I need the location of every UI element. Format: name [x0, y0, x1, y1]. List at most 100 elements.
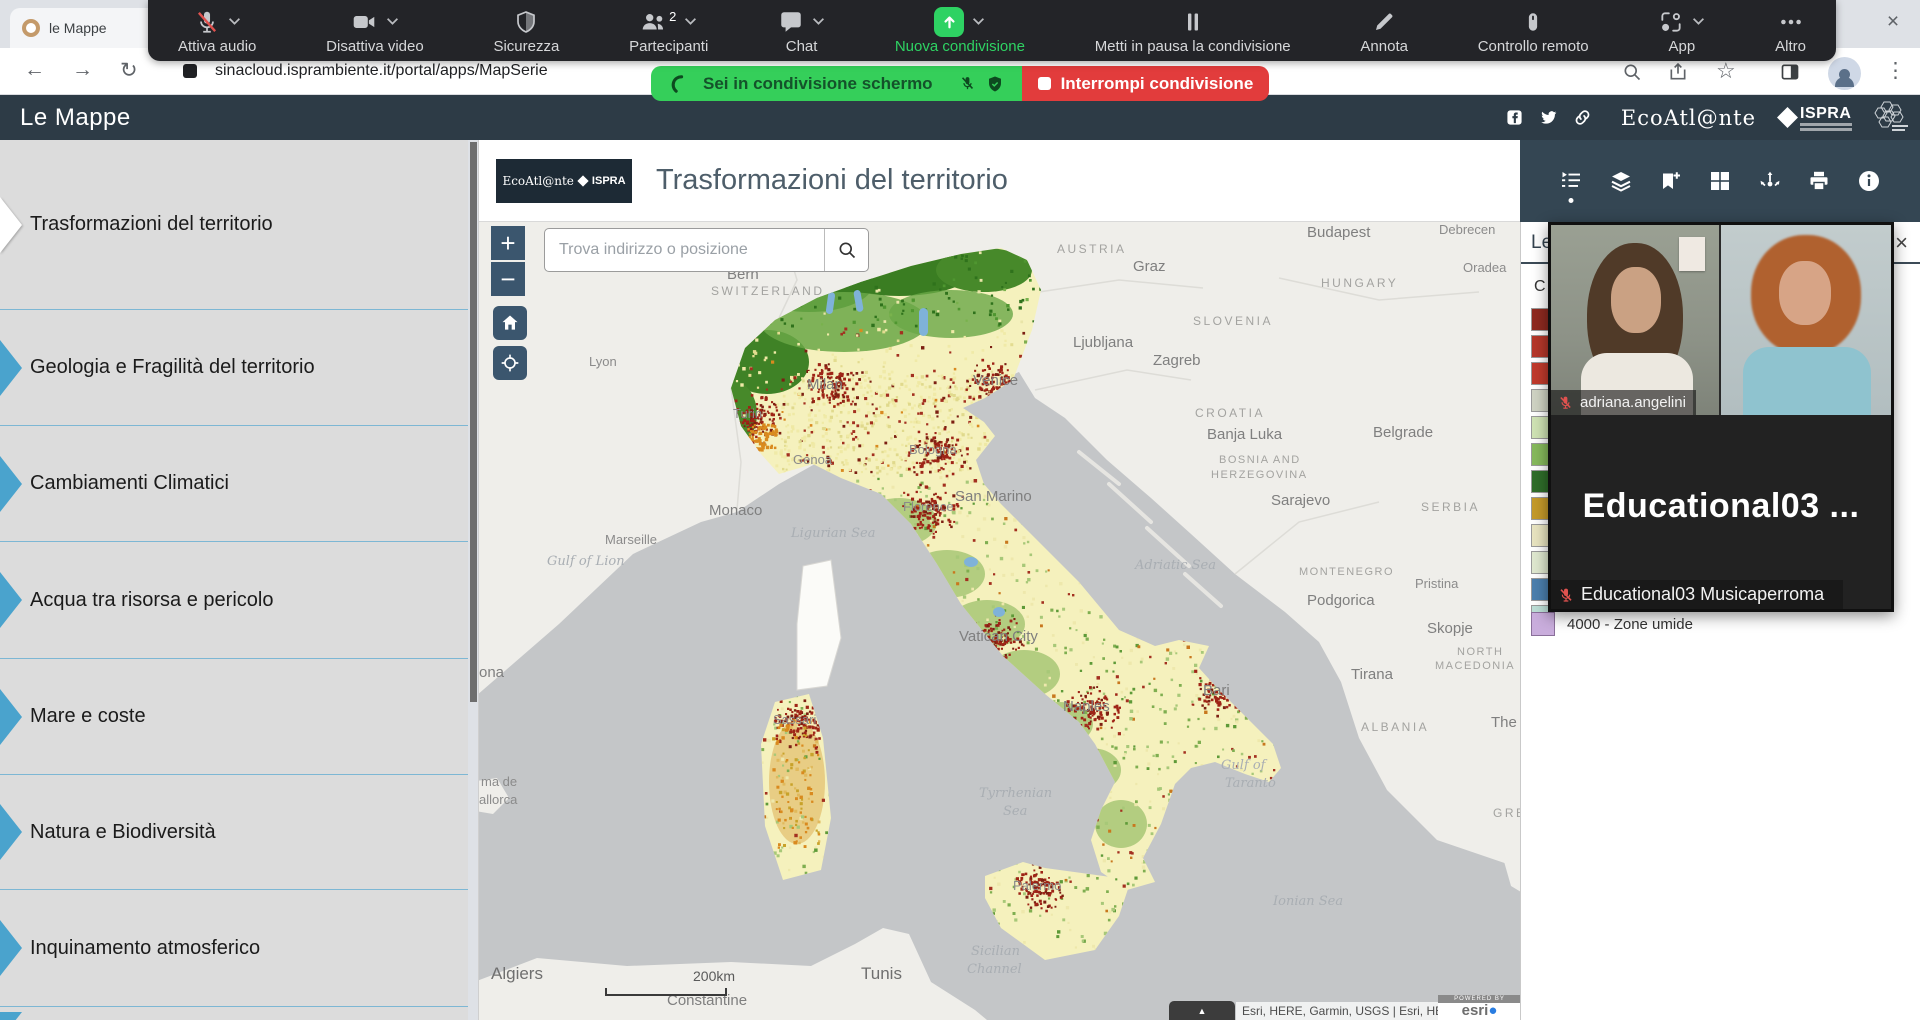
- bookmark-add-widget-button[interactable]: [1655, 161, 1685, 201]
- back-icon[interactable]: ←: [24, 58, 45, 82]
- stop-share-button[interactable]: Interrompi condivisione: [1022, 66, 1270, 101]
- toolbar-pause-button[interactable]: Metti in pausa la condivisione: [1095, 0, 1291, 61]
- toolbar-chat-button[interactable]: Chat: [778, 0, 825, 61]
- toolbar-share-button[interactable]: Nuova condivisione: [895, 0, 1025, 61]
- map-label: Florence: [903, 499, 954, 514]
- toolbar-remote-button[interactable]: Controllo remoto: [1478, 0, 1589, 61]
- attribution-expander[interactable]: ▲: [1169, 1001, 1235, 1020]
- map-label: Zagreb: [1153, 352, 1201, 369]
- toolbar-item-label: Disattiva video: [326, 38, 424, 55]
- map-search-button[interactable]: [824, 229, 868, 271]
- browser-menu-kebab-icon[interactable]: ⋮: [1885, 58, 1906, 83]
- participant-name-chip: Educational03 Musicaperroma: [1551, 580, 1843, 609]
- map-label: ma de: [481, 774, 517, 789]
- map-label: MACEDONIA: [1435, 660, 1515, 672]
- map-label: Gulf of Lion: [547, 554, 625, 569]
- print-widget-button[interactable]: [1804, 161, 1834, 201]
- map-canvas[interactable]: BernSWITZERLANDVaduzAUSTRIABudapestDebre…: [479, 222, 1521, 1020]
- map-label: Ligurian Sea: [791, 526, 875, 541]
- map-search: [544, 228, 869, 272]
- map-panel: EcoAtl@nte ISPRA Trasformazioni del terr…: [478, 140, 1520, 1020]
- share-status: Sei in condivisione schermo: [651, 66, 1022, 101]
- sidebar-item-5[interactable]: Mare e coste: [0, 659, 468, 775]
- attribution: Esri, HERE, Garmin, USGS | Esri, HERE: [1236, 1002, 1466, 1020]
- sidebar-scrollbar[interactable]: [470, 142, 477, 702]
- map-label: BOSNIA AND: [1219, 454, 1301, 466]
- site-info-icon[interactable]: [183, 64, 197, 78]
- legend-close-icon[interactable]: ×: [1895, 230, 1908, 256]
- map-label: SWITZERLAND: [711, 284, 825, 298]
- meeting-video-overlay[interactable]: adriana.angelini Educational03 ... Educa…: [1548, 222, 1894, 612]
- toolbar-more-button[interactable]: Altro: [1775, 0, 1806, 61]
- apps-icon: [1658, 9, 1684, 35]
- sidebar-item-3[interactable]: Cambiamenti Climatici: [0, 426, 468, 542]
- info-widget-button[interactable]: [1854, 161, 1884, 201]
- mic-muted-green-icon: [959, 75, 976, 92]
- map-search-input[interactable]: [545, 229, 824, 271]
- chapter-arrow-icon: [0, 804, 22, 860]
- participants-icon: [640, 9, 668, 35]
- profile-avatar[interactable]: [1828, 57, 1861, 90]
- zoom-out-button[interactable]: −: [491, 262, 525, 296]
- sidebar-item-2[interactable]: Geologia e Fragilità del territorio: [0, 310, 468, 426]
- share-net-icon: [1758, 169, 1782, 193]
- sidebar-item-1[interactable]: Trasformazioni del territorio: [0, 140, 468, 310]
- chevron-down-icon[interactable]: [386, 9, 399, 35]
- toolbar-security-button[interactable]: Sicurezza: [493, 0, 559, 61]
- map-label: GREE: [1493, 806, 1521, 820]
- twitter-icon[interactable]: [1539, 108, 1559, 128]
- scalebar: [605, 988, 727, 996]
- snpa-honeycomb-logo[interactable]: [1866, 98, 1912, 138]
- window-close-icon[interactable]: ×: [1878, 10, 1908, 34]
- toolbar-item-label: Altro: [1775, 38, 1806, 55]
- bookmark-star-icon[interactable]: ☆: [1716, 58, 1736, 84]
- zoom-in-button[interactable]: +: [491, 226, 525, 260]
- toolbar-apps-button[interactable]: App: [1658, 0, 1705, 61]
- chevron-down-icon[interactable]: [972, 9, 985, 35]
- legend-icon: [1559, 169, 1583, 193]
- share-net-widget-button[interactable]: [1755, 161, 1785, 201]
- map-label: MONTENEGRO: [1299, 566, 1394, 578]
- ecoatlante-logo[interactable]: EcoAtl@nte: [1621, 106, 1756, 130]
- reload-icon[interactable]: ↻: [120, 58, 138, 83]
- map-label: Palermo: [1013, 878, 1061, 893]
- chevron-down-icon[interactable]: [684, 9, 697, 35]
- toolbar-audio-button[interactable]: Attiva audio: [178, 0, 256, 61]
- map-widgetbar: [1520, 140, 1920, 222]
- facebook-icon[interactable]: [1505, 108, 1525, 128]
- sidebar-item-4[interactable]: Acqua tra risorsa e pericolo: [0, 542, 468, 659]
- sidebar-item-7[interactable]: Inquinamento atmosferico: [0, 890, 468, 1007]
- toolbar-video-button[interactable]: Disattiva video: [326, 0, 424, 61]
- map-label: Skopje: [1427, 620, 1473, 637]
- layers-widget-button[interactable]: [1606, 161, 1636, 201]
- chevron-down-icon[interactable]: [1692, 9, 1705, 35]
- toolbar-annotate-button[interactable]: Annota: [1360, 0, 1408, 61]
- chevron-down-icon[interactable]: [228, 9, 241, 35]
- map-label: Naples: [1063, 698, 1110, 715]
- url-field[interactable]: sinacloud.isprambiente.it/portal/apps/Ma…: [215, 62, 645, 80]
- locate-button[interactable]: [493, 346, 527, 380]
- chapter-arrow-icon: [0, 340, 22, 396]
- tab-favicon-icon: [22, 19, 40, 37]
- ispra-logo[interactable]: ISPRA: [1780, 105, 1852, 131]
- sidebar-item-label: Geologia e Fragilità del territorio: [30, 356, 315, 379]
- map-label: Oradea: [1463, 260, 1506, 275]
- map-label: Venice: [973, 372, 1018, 389]
- side-panel-icon[interactable]: [1780, 62, 1800, 87]
- toolbar-participants-button[interactable]: 2Partecipanti: [629, 0, 708, 61]
- forward-icon[interactable]: →: [72, 58, 93, 82]
- search-browser-icon[interactable]: [1622, 62, 1642, 87]
- legend-widget-button[interactable]: [1556, 161, 1586, 201]
- sidebar-item-6[interactable]: Natura e Biodiversità: [0, 775, 468, 890]
- print-icon: [1807, 169, 1831, 193]
- toolbar-item-label: Metti in pausa la condivisione: [1095, 38, 1291, 55]
- legend-group-label: C: [1534, 278, 1546, 296]
- chapter-arrow-icon: [0, 572, 22, 628]
- chevron-down-icon[interactable]: [812, 9, 825, 35]
- toolbar-item-label: Sicurezza: [493, 38, 559, 55]
- share-page-icon[interactable]: [1668, 62, 1688, 87]
- home-extent-button[interactable]: [493, 306, 527, 340]
- grid-widget-button[interactable]: [1705, 161, 1735, 201]
- link-icon[interactable]: [1573, 108, 1593, 128]
- mic-muted-red-icon: [1558, 395, 1573, 410]
